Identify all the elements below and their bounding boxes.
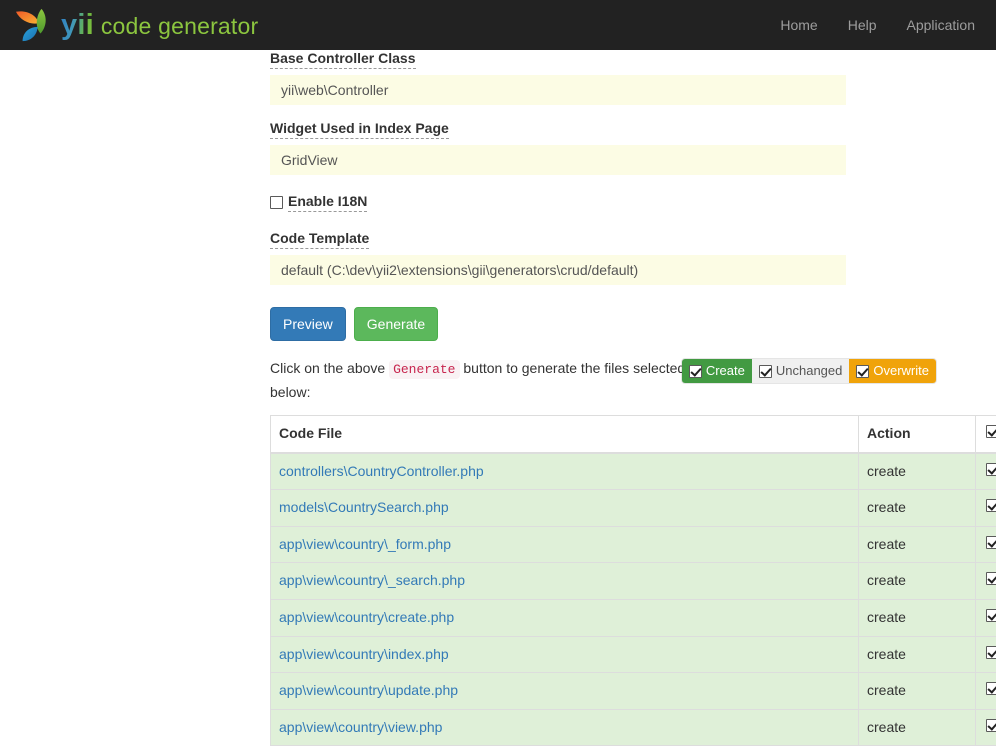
legend-label-unchanged: Unchanged (776, 363, 843, 379)
form-actions: Preview Generate (270, 307, 966, 341)
table-row: app\view\country\_search.php create (271, 563, 996, 600)
hint-and-legend: Click on the above Generate button to ge… (270, 357, 966, 403)
code-file-link[interactable]: app\view\country\view.php (279, 719, 442, 735)
nav-link-help[interactable]: Help (833, 0, 892, 50)
code-file-link[interactable]: app\view\country\update.php (279, 682, 458, 698)
hint-before: Click on the above (270, 360, 385, 376)
generate-button[interactable]: Generate (354, 307, 438, 341)
table-header-row: Code File Action (271, 416, 996, 453)
checkbox-select-file[interactable] (986, 646, 996, 659)
cell-action: create (859, 453, 976, 490)
cell-code-file: app\view\country\view.php (271, 709, 859, 746)
field-code-template: Code Template (270, 230, 966, 285)
checkbox-legend-unchanged[interactable] (759, 365, 772, 378)
checkbox-select-file[interactable] (986, 499, 996, 512)
checkbox-select-file[interactable] (986, 609, 996, 622)
top-navbar: yii code generator Home Help Application (0, 0, 996, 50)
cell-select (976, 636, 996, 673)
table-row: app\view\country\index.php create (271, 636, 996, 673)
legend-toggle-overwrite[interactable]: Overwrite (849, 359, 936, 383)
table-row: app\view\country\create.php create (271, 599, 996, 636)
brand-text: yii code generator (61, 11, 258, 40)
cell-code-file: models\CountrySearch.php (271, 490, 859, 527)
field-enable-i18n: Enable I18N (270, 193, 966, 212)
cell-select (976, 453, 996, 490)
code-file-link[interactable]: app\view\country\_search.php (279, 572, 465, 588)
table-row: controllers\CountryController.php create (271, 453, 996, 490)
cell-action: create (859, 490, 976, 527)
cell-action: create (859, 599, 976, 636)
code-file-link[interactable]: app\view\country\create.php (279, 609, 454, 625)
brand-logo-link[interactable]: yii code generator (14, 7, 258, 43)
nav-links: Home Help Application (765, 0, 996, 50)
checkbox-select-file[interactable] (986, 463, 996, 476)
main-content: Base Controller Class Widget Used in Ind… (0, 50, 996, 746)
label-enable-i18n: Enable I18N (288, 193, 367, 212)
cell-code-file: app\view\country\_form.php (271, 526, 859, 563)
cell-code-file: app\view\country\_search.php (271, 563, 859, 600)
cell-code-file: app\view\country\index.php (271, 636, 859, 673)
table-row: models\CountrySearch.php create (271, 490, 996, 527)
table-row: app\view\country\update.php create (271, 673, 996, 710)
label-code-template: Code Template (270, 230, 369, 249)
label-widget-used-in-index-page: Widget Used in Index Page (270, 120, 449, 139)
checkbox-select-file[interactable] (986, 572, 996, 585)
checkbox-select-file[interactable] (986, 682, 996, 695)
cell-action: create (859, 526, 976, 563)
cell-action: create (859, 673, 976, 710)
code-file-link[interactable]: app\view\country\_form.php (279, 536, 451, 552)
input-widget-used-in-index-page[interactable] (270, 145, 846, 175)
cell-action: create (859, 636, 976, 673)
checkbox-select-file[interactable] (986, 719, 996, 732)
cell-code-file: app\view\country\create.php (271, 599, 859, 636)
code-file-link[interactable]: controllers\CountryController.php (279, 463, 484, 479)
brand-name: yii (61, 11, 94, 40)
nav-link-application[interactable]: Application (892, 0, 991, 50)
column-header-select-all (976, 416, 996, 453)
cell-action: create (859, 709, 976, 746)
legend-label-overwrite: Overwrite (873, 363, 929, 379)
cell-code-file: app\view\country\update.php (271, 673, 859, 710)
table-row: app\view\country\view.php create (271, 709, 996, 746)
checkbox-legend-overwrite[interactable] (856, 365, 869, 378)
input-code-template[interactable] (270, 255, 846, 285)
code-file-link[interactable]: app\view\country\index.php (279, 646, 449, 662)
cell-action: create (859, 563, 976, 600)
checkbox-legend-create[interactable] (689, 365, 702, 378)
cell-select (976, 673, 996, 710)
table-row: app\view\country\_form.php create (271, 526, 996, 563)
cell-select (976, 563, 996, 600)
cell-code-file: controllers\CountryController.php (271, 453, 859, 490)
code-file-link[interactable]: models\CountrySearch.php (279, 499, 449, 515)
cell-select (976, 490, 996, 527)
checkbox-select-all[interactable] (986, 425, 996, 438)
enable-i18n-row[interactable]: Enable I18N (270, 193, 966, 212)
legend-label-create: Create (706, 363, 745, 379)
legend-toggle-create[interactable]: Create (682, 359, 752, 383)
checkbox-enable-i18n[interactable] (270, 196, 283, 209)
cell-select (976, 526, 996, 563)
status-legend: Create Unchanged Overwrite (682, 359, 936, 383)
field-base-controller-class: Base Controller Class (270, 50, 966, 105)
input-base-controller-class[interactable] (270, 75, 846, 105)
generate-hint: Click on the above Generate button to ge… (270, 357, 700, 403)
cell-select (976, 599, 996, 636)
generator-form: Base Controller Class Widget Used in Ind… (270, 50, 966, 746)
brand-tagline: code generator (101, 15, 259, 38)
code-files-table: Code File Action controllers\CountryCont… (270, 415, 996, 746)
checkbox-select-file[interactable] (986, 536, 996, 549)
code-files-table-head: Code File Action (271, 416, 996, 453)
yii-bird-logo-icon (14, 7, 52, 43)
label-base-controller-class: Base Controller Class (270, 50, 416, 69)
column-header-action: Action (859, 416, 976, 453)
hint-code-generate: Generate (389, 360, 459, 379)
field-widget-used-in-index-page: Widget Used in Index Page (270, 120, 966, 175)
cell-select (976, 709, 996, 746)
legend-toggle-unchanged[interactable]: Unchanged (752, 359, 850, 383)
nav-link-home[interactable]: Home (765, 0, 832, 50)
preview-button[interactable]: Preview (270, 307, 346, 341)
code-files-table-body: controllers\CountryController.phpcreatem… (271, 453, 996, 746)
column-header-code-file: Code File (271, 416, 859, 453)
